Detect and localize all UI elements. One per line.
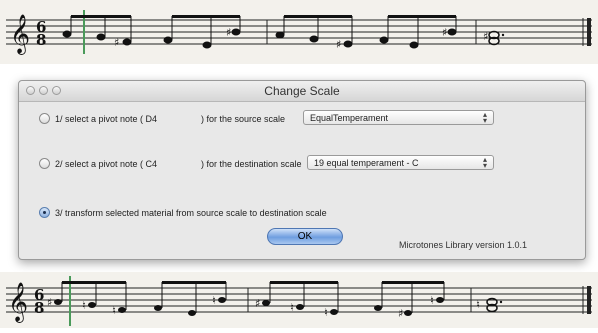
source-scale-value: EqualTemperament: [310, 113, 389, 123]
destination-scale-suffix: ) for the destination scale: [201, 159, 302, 169]
sharp-icon: ♯: [226, 26, 231, 39]
top-staff-notation: 𝄞 6 8 ♯♯ ♯♯ ♯: [6, 10, 592, 55]
treble-clef-icon: 𝄞: [10, 14, 30, 55]
sharp-icon: ♯: [114, 36, 119, 49]
sharp-icon: ♯: [255, 297, 260, 310]
source-scale-select[interactable]: EqualTemperament ▴ ▾: [303, 110, 494, 125]
stepper-arrows-icon: ▴ ▾: [482, 155, 487, 170]
natural-icon: ♮: [212, 294, 216, 307]
source-scale-suffix: ) for the source scale: [201, 114, 286, 124]
svg-text:8: 8: [36, 31, 46, 49]
sharp-icon: ♯: [398, 307, 403, 320]
natural-icon: ♮: [430, 294, 434, 307]
ok-button[interactable]: OK: [267, 228, 343, 245]
natural-icon: ♮: [476, 298, 480, 311]
dialog-titlebar: Change Scale: [19, 81, 585, 102]
top-staff: 𝄞 6 8 ♯ ♯ ♯ ♯ ♯: [0, 0, 598, 64]
destination-scale-select[interactable]: 19 equal temperament - C ▴ ▾: [307, 155, 494, 170]
source-pivot-radio[interactable]: [39, 113, 50, 124]
stepper-arrows-icon: ▴ ▾: [482, 110, 487, 125]
destination-scale-value: 19 equal temperament - C: [314, 158, 419, 168]
natural-icon: ♮: [290, 301, 294, 314]
sharp-icon: ♯: [442, 26, 447, 39]
change-scale-dialog: Change Scale 1/ select a pivot note ( D4…: [18, 80, 586, 260]
treble-clef-icon: 𝄞: [8, 282, 28, 323]
destination-pivot-label: 2/ select a pivot note ( C4: [55, 159, 158, 169]
bottom-staff-notation: 𝄞 6 8 ♯ ♮ ♮♮ ♯ ♮ ♮ ♯ ♮ ♮: [6, 276, 592, 326]
transform-radio[interactable]: [39, 207, 50, 218]
source-pivot-label: 1/ select a pivot note ( D4: [55, 114, 158, 124]
destination-pivot-radio[interactable]: [39, 158, 50, 169]
dialog-title: Change Scale: [264, 84, 340, 98]
version-label: Microtones Library version 1.0.1: [399, 240, 528, 250]
natural-icon: ♮: [324, 306, 328, 319]
svg-text:8: 8: [34, 299, 44, 317]
bottom-staff: 𝄞 6 8 ♯ ♮ ♮ ♮ ♯ ♮ ♮ ♯ ♮ ♮: [0, 272, 598, 328]
sharp-icon: ♯: [336, 38, 341, 51]
svg-text:♯: ♯: [483, 30, 488, 43]
transform-label: 3/ transform selected material from sour…: [55, 208, 327, 218]
natural-icon: ♮: [82, 299, 86, 312]
natural-icon: ♮: [112, 304, 116, 317]
sharp-icon: ♯: [47, 296, 52, 309]
